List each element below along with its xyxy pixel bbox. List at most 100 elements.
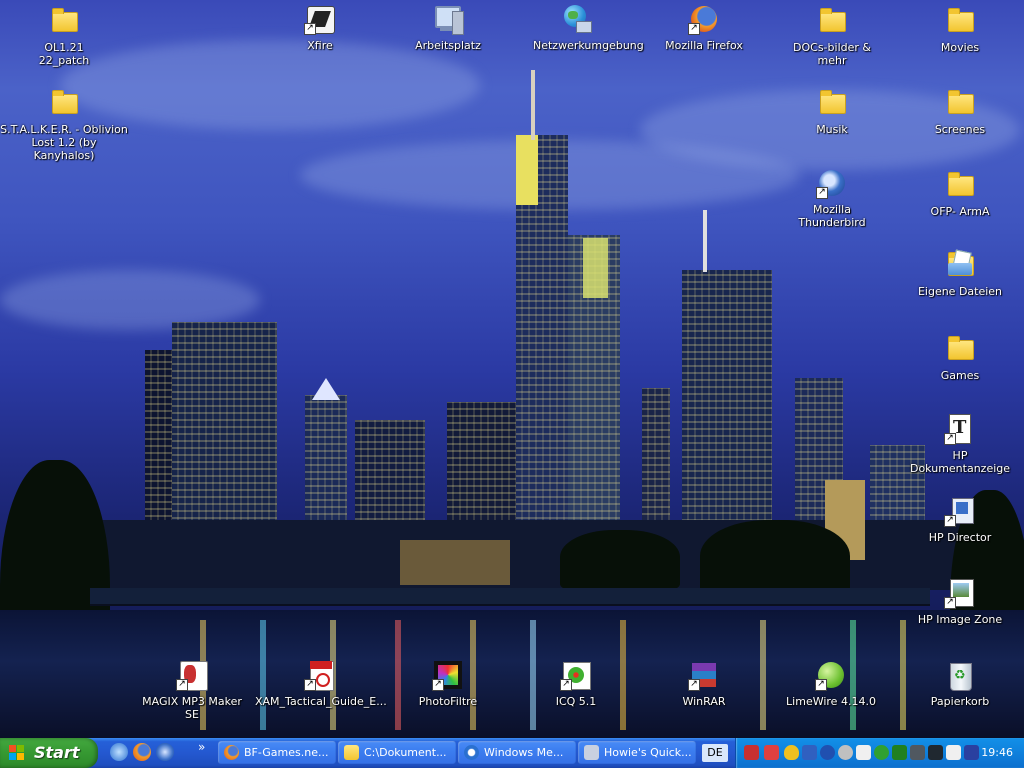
security-shield-icon[interactable] [784,745,799,760]
desktop-icon-xam-pdf[interactable]: ↗ XAM_Tactical_Guide_E... [255,659,387,708]
taskbar-button-bf-games[interactable]: BF-Games.ne... [218,741,336,764]
icon-label: Games [940,369,980,382]
task-label: C:\Dokument... [364,746,447,759]
desktop-icon-firefox[interactable]: ↗ Mozilla Firefox [661,3,747,52]
xfire-icon: ↗ [304,3,336,35]
ie-quicklaunch-icon[interactable] [110,743,128,761]
shortcut-arrow-icon: ↗ [688,23,700,35]
firefox-quicklaunch-icon[interactable] [133,743,151,761]
display-icon[interactable] [856,745,871,760]
desktop-icon-xfire[interactable]: ↗ Xfire [277,3,363,52]
desktop-icon-netzwerkumgebung[interactable]: Netzwerkumgebung [533,3,644,52]
desktop-icon-docs[interactable]: DOCs-bilder & mehr [788,5,876,67]
recycle-bin-icon: ♻ [944,659,976,691]
icon-label: Movies [940,41,980,54]
folder-icon [48,5,80,37]
shortcut-arrow-icon: ↗ [304,23,316,35]
network-disconnected-icon[interactable] [744,745,759,760]
light-reflection [900,620,906,730]
desktop-icon-papierkorb[interactable]: ♻ Papierkorb [917,659,1003,708]
shortcut-arrow-icon: ↗ [944,515,956,527]
icon-label: ICQ 5.1 [555,695,597,708]
icon-label: Arbeitsplatz [415,39,481,52]
folder-icon [344,745,359,760]
quicklaunch-more-chevron[interactable]: » [198,740,205,754]
taskbar-button-explorer[interactable]: C:\Dokument... [338,741,456,764]
network-warning-icon[interactable] [764,745,779,760]
firefox-icon [224,745,239,760]
settings-icon[interactable] [838,745,853,760]
media-player-icon [464,745,479,760]
icon-label: Netzwerkumgebung [533,39,644,52]
icon-label: Mozilla Firefox [665,39,743,52]
language-indicator[interactable]: DE [702,744,728,762]
icq-flower-icon: ↗ [560,659,592,691]
desktop-icon-ol-patch[interactable]: OL1.21 22_patch [21,5,107,67]
thunderbird-icon: ↗ [816,167,848,199]
taskbar: Start » BF-Games.ne... C:\Dokument... Wi… [0,738,1024,768]
icon-label: Musik [816,123,848,136]
task-label: Windows Me... [484,746,564,759]
folder-icon [48,87,80,119]
shortcut-arrow-icon: ↗ [432,679,444,691]
shortcut-arrow-icon: ↗ [560,679,572,691]
icon-label: OL1.21 22_patch [38,41,90,67]
icon-label: XAM_Tactical_Guide_E... [255,695,387,708]
icon-label: HP Dokumentanzeige [909,449,1011,475]
desktop-icon-games[interactable]: Games [917,333,1003,382]
icon-label: Screenes [934,123,986,136]
folder-icon [816,5,848,37]
desktop-icon-stalker[interactable]: S.T.A.L.K.E.R. - Oblivion Lost 1.2 (by K… [0,87,128,162]
graphics-tray-icon[interactable] [964,745,979,760]
xfire-tray-icon[interactable] [946,745,961,760]
icq-tray-icon[interactable] [892,745,907,760]
icon-label: PhotoFiltre [418,695,478,708]
desktop-icon-limewire[interactable]: ↗ LimeWire 4.14.0 [783,659,879,708]
download-icon[interactable] [928,745,943,760]
icon-label: Mozilla Thunderbird [798,203,866,229]
my-documents-icon [944,249,976,281]
desktop-icon-icq[interactable]: ↗ ICQ 5.1 [533,659,619,708]
desktop-icon-hp-dokumentanzeige[interactable]: T ↗ HP Dokumentanzeige [907,413,1013,475]
shortcut-arrow-icon: ↗ [944,597,956,609]
desktop-icon-thunderbird[interactable]: ↗ Mozilla Thunderbird [783,167,881,229]
desktop-icon-ofp-arma[interactable]: OFP- ArmA [917,169,1003,218]
shortcut-arrow-icon: ↗ [816,187,828,199]
clock[interactable]: 19:46 [981,746,1013,759]
start-button[interactable]: Start [0,738,98,768]
desktop-icon-screenes[interactable]: Screenes [917,87,1003,136]
taskbar-button-howies[interactable]: Howie's Quick... [578,741,696,764]
icon-label: DOCs-bilder & mehr [793,41,871,67]
desktop-icon-hp-image-zone[interactable]: ↗ HP Image Zone [917,577,1003,626]
thunderbird-quicklaunch-icon[interactable] [156,743,174,761]
bluetooth-icon[interactable] [820,745,835,760]
desktop-icon-photofiltre[interactable]: ↗ PhotoFiltre [405,659,491,708]
desktop-icon-winrar[interactable]: ↗ WinRAR [661,659,747,708]
winrar-icon: ↗ [688,659,720,691]
magix-mp3-maker-icon: ↗ [176,659,208,691]
folder-icon [944,5,976,37]
connection-icon[interactable] [910,745,925,760]
shortcut-arrow-icon: ↗ [688,679,700,691]
hp-image-zone-icon: ↗ [944,577,976,609]
desktop-icon-magix[interactable]: ↗ MAGIX MP3 Maker SE [138,659,246,721]
icon-label: HP Image Zone [917,613,1003,626]
icon-label: MAGIX MP3 Maker SE [142,695,242,721]
icon-label: HP Director [928,531,992,544]
folder-icon [944,87,976,119]
task-label: BF-Games.ne... [244,746,329,759]
desktop-icon-eigene-dateien[interactable]: Eigene Dateien [917,249,1003,298]
taskbar-button-media-player[interactable]: Windows Me... [458,741,576,764]
sync-icon[interactable] [874,745,889,760]
desktop-icon-movies[interactable]: Movies [917,5,1003,54]
folder-icon [944,333,976,365]
light-reflection [620,620,626,730]
desktop-icon-hp-director[interactable]: ↗ HP Director [917,495,1003,544]
shortcut-arrow-icon: ↗ [944,433,956,445]
folder-icon [816,87,848,119]
desktop-icon-musik[interactable]: Musik [789,87,875,136]
desktop-icon-arbeitsplatz[interactable]: Arbeitsplatz [405,3,491,52]
windows-logo-icon [9,745,25,761]
app-icon [584,745,599,760]
app-tray-icon[interactable] [802,745,817,760]
